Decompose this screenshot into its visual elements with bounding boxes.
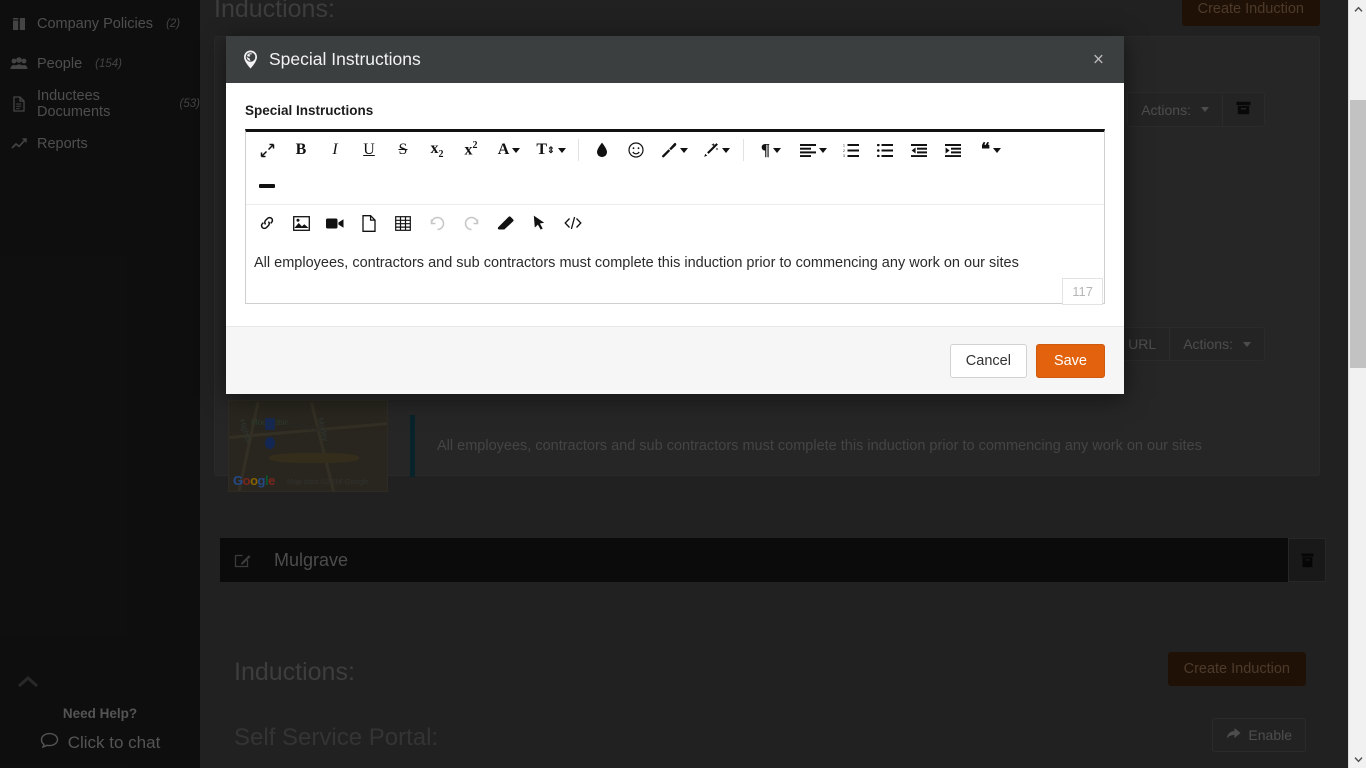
svg-text:1: 1 [843,144,845,148]
character-counter: 117 [1062,278,1103,305]
insert-video-icon[interactable] [318,205,352,241]
insert-file-icon[interactable] [352,205,386,241]
scroll-up-arrow-icon[interactable] [1349,0,1366,18]
editor-toolbar-row-1: B I U S x2 x2 A T⇕ [246,132,1104,204]
ordered-list-icon[interactable]: 123 [834,132,868,168]
font-family-icon[interactable]: A [488,132,530,168]
editor-toolbar-row-2 [246,204,1104,241]
special-instructions-modal: Special Instructions × Special Instructi… [226,36,1124,394]
paragraph-format-icon[interactable]: ¶ [750,132,792,168]
toolbar-separator [743,139,744,161]
insert-link-icon[interactable] [250,205,284,241]
app-root: Company Policies (2) People (154) Induct… [0,0,1366,768]
svg-text:2: 2 [843,149,845,153]
scrollbar-thumb[interactable] [1350,100,1366,368]
indent-icon[interactable] [936,132,970,168]
font-size-icon[interactable]: T⇕ [530,132,572,168]
editor-text: All employees, contractors and sub contr… [254,255,1019,271]
clear-format-icon[interactable] [488,205,522,241]
bold-icon[interactable]: B [284,132,318,168]
save-button[interactable]: Save [1036,344,1105,378]
modal-title: Special Instructions [269,49,421,70]
vertical-scrollbar[interactable] [1348,0,1366,768]
cancel-button[interactable]: Cancel [950,344,1027,378]
quote-icon[interactable]: ❝ [970,132,1012,168]
redo-icon[interactable] [454,205,488,241]
insert-image-icon[interactable] [284,205,318,241]
insert-table-icon[interactable] [386,205,420,241]
underline-icon[interactable]: U [352,132,386,168]
emoticon-icon[interactable] [619,132,653,168]
unordered-list-icon[interactable] [868,132,902,168]
svg-text:3: 3 [843,154,845,157]
chevron-down-icon [722,148,730,153]
magic-wand-icon[interactable] [695,132,737,168]
align-icon[interactable] [792,132,834,168]
code-view-icon[interactable] [556,205,590,241]
chevron-down-icon [993,148,1001,153]
chevron-down-icon [819,148,827,153]
globe-location-icon [242,50,259,69]
text-color-icon[interactable] [585,132,619,168]
subscript-icon[interactable]: x2 [420,132,454,168]
field-label: Special Instructions [245,103,1105,118]
undo-icon[interactable] [420,205,454,241]
modal-footer: Cancel Save [226,326,1124,394]
toolbar-separator [578,139,579,161]
chevron-down-icon [558,148,566,153]
horizontal-rule-icon[interactable] [250,168,284,204]
chevron-down-icon [512,148,520,153]
chevron-down-icon [680,148,688,153]
scroll-down-arrow-icon[interactable] [1349,750,1366,768]
strikethrough-icon[interactable]: S [386,132,420,168]
chevron-down-icon [773,148,781,153]
editor-content-area[interactable]: All employees, contractors and sub contr… [246,241,1104,303]
outdent-icon[interactable] [902,132,936,168]
close-icon[interactable]: × [1089,48,1108,71]
modal-body: Special Instructions B I U S x2 x2 A T⇕ [226,83,1124,326]
fullscreen-icon[interactable] [250,132,284,168]
italic-icon[interactable]: I [318,132,352,168]
paint-brush-icon[interactable] [653,132,695,168]
rich-text-editor: B I U S x2 x2 A T⇕ [245,129,1105,304]
superscript-icon[interactable]: x2 [454,132,488,168]
select-all-icon[interactable] [522,205,556,241]
modal-header: Special Instructions × [226,36,1124,83]
